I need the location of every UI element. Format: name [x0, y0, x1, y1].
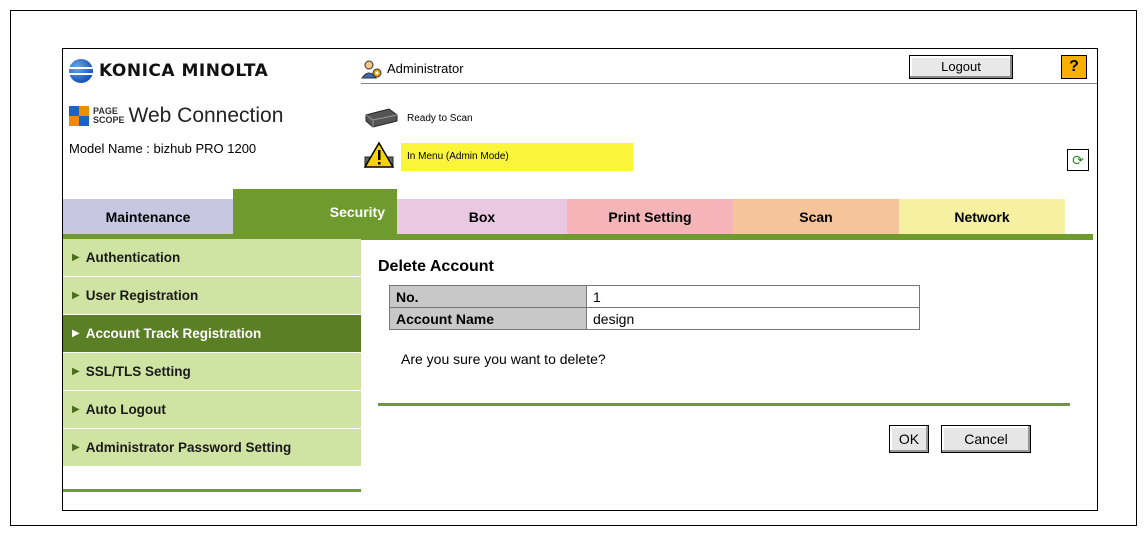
help-icon[interactable]: ?: [1061, 55, 1087, 79]
tab-maintenance[interactable]: Maintenance: [63, 199, 233, 235]
page-title: Delete Account: [378, 258, 494, 275]
scan-status-text: Ready to Scan: [407, 113, 473, 124]
warning-icon: [363, 141, 395, 168]
triangle-right-icon: ▶: [72, 366, 80, 377]
logout-button[interactable]: Logout: [909, 55, 1013, 79]
administrator-icon: [361, 60, 382, 79]
user-label: Administrator: [387, 61, 464, 76]
product-name: Web Connection: [128, 104, 284, 127]
table-row: No. 1: [389, 285, 920, 308]
globe-logo-icon: [69, 59, 93, 83]
konica-minolta-logo: KONICA MINOLTA: [69, 59, 268, 83]
tab-security[interactable]: Security: [233, 189, 397, 235]
triangle-right-icon: ▶: [72, 252, 80, 263]
sidebar-item-auto-logout[interactable]: ▶ Auto Logout: [63, 391, 361, 428]
triangle-right-icon: ▶: [72, 290, 80, 301]
refresh-icon[interactable]: ⟳: [1067, 149, 1089, 171]
model-name: Model Name : bizhub PRO 1200: [69, 141, 257, 156]
table-row: Account Name design: [389, 307, 920, 330]
sidebar-item-ssl-tls-setting[interactable]: ▶ SSL/TLS Setting: [63, 353, 361, 390]
menu-status-bar: In Menu (Admin Mode): [401, 143, 633, 171]
pagescope-wordmark: PAGE SCOPE: [93, 106, 125, 125]
account-details-table: No. 1 Account Name design: [389, 285, 920, 330]
sidebar-item-label: SSL/TLS Setting: [85, 364, 191, 379]
row-value: 1: [586, 285, 920, 308]
tab-network[interactable]: Network: [899, 199, 1065, 235]
triangle-right-icon: ▶: [72, 404, 80, 415]
sidebar-item-label: Auto Logout: [85, 402, 166, 417]
tab-print-setting[interactable]: Print Setting: [567, 199, 733, 235]
main-tabs: Maintenance Security Box Print Setting S…: [63, 189, 1097, 235]
web-connection-window: KONICA MINOLTA PAGE SCOPE Web Connection…: [62, 48, 1098, 511]
sidebar-item-account-track-registration[interactable]: ▶ Account Track Registration: [63, 315, 361, 352]
ok-button[interactable]: OK: [889, 425, 929, 453]
tab-scan[interactable]: Scan: [733, 199, 899, 235]
row-label: No.: [389, 285, 587, 308]
cancel-button[interactable]: Cancel: [941, 425, 1031, 453]
confirm-message: Are you sure you want to delete?: [401, 351, 606, 367]
row-label: Account Name: [389, 307, 587, 330]
triangle-right-icon: ▶: [72, 442, 80, 453]
tab-box[interactable]: Box: [397, 199, 567, 235]
sidebar-item-label: User Registration: [85, 288, 199, 303]
sidebar-item-authentication[interactable]: ▶ Authentication: [63, 239, 361, 276]
sidebar-item-label: Account Track Registration: [85, 326, 262, 341]
sidebar: ▶ Authentication ▶ User Registration ▶ A…: [63, 239, 361, 467]
sidebar-divider: [63, 489, 361, 492]
pagescope-logo: PAGE SCOPE Web Connection: [69, 104, 283, 128]
scanner-icon: [365, 108, 398, 128]
sidebar-item-administrator-password-setting[interactable]: ▶ Administrator Password Setting: [63, 429, 361, 466]
pagescope-icon: [69, 106, 89, 126]
content-divider: [378, 403, 1070, 406]
sidebar-item-user-registration[interactable]: ▶ User Registration: [63, 277, 361, 314]
brand-name: KONICA MINOLTA: [99, 61, 269, 81]
triangle-right-icon: ▶: [72, 328, 80, 339]
sidebar-item-label: Administrator Password Setting: [85, 440, 292, 455]
row-value: design: [586, 307, 920, 330]
header-divider: [361, 83, 1097, 84]
sidebar-item-label: Authentication: [85, 250, 181, 265]
